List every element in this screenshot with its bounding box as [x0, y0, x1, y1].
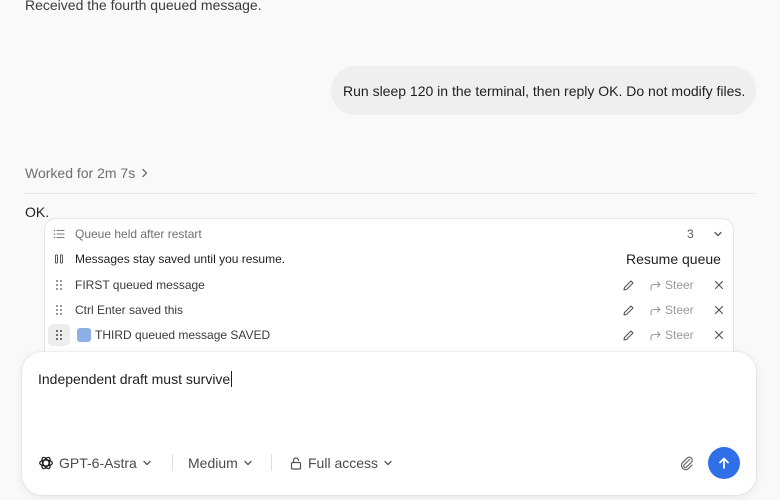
attach-button[interactable]	[676, 452, 698, 474]
chevron-down-icon[interactable]	[713, 229, 723, 239]
queue-item-text: Ctrl Enter saved this	[75, 303, 184, 317]
queue-header: Queue held after restart 3	[45, 222, 733, 246]
user-message-text: Run sleep 120 in the terminal, then repl…	[343, 82, 746, 99]
assistant-reply-text: OK.	[25, 204, 50, 220]
reasoning-label: Medium	[188, 455, 238, 471]
steer-label: Steer	[665, 328, 694, 342]
steer-button[interactable]: Steer	[650, 328, 694, 342]
drag-handle-icon[interactable]	[53, 304, 65, 316]
chevron-right-icon	[141, 168, 149, 178]
text-caret	[231, 371, 233, 387]
model-selector[interactable]: GPT-6-Astra	[38, 452, 152, 474]
queue-count: 3	[687, 227, 694, 241]
user-message-bubble: Run sleep 120 in the terminal, then repl…	[331, 66, 756, 115]
remove-item-close-icon[interactable]	[714, 305, 724, 315]
divider	[25, 193, 755, 194]
lock-icon	[290, 457, 302, 470]
steer-arrow-icon	[650, 280, 661, 291]
remove-item-close-icon[interactable]	[714, 280, 724, 290]
queue-title: Queue held after restart	[75, 227, 202, 241]
queue-item-text: THIRD queued message SAVED	[95, 328, 271, 342]
access-selector[interactable]: Full access	[289, 452, 393, 474]
reasoning-selector[interactable]: Medium	[188, 452, 253, 474]
worked-for-label: Worked for 2m 7s	[25, 165, 136, 181]
paperclip-icon	[680, 456, 693, 471]
previous-message-text: Received the fourth queued message.	[25, 0, 262, 13]
queue-notice: Messages stay saved until you resume.	[75, 252, 286, 266]
composer-input[interactable]: Independent draft must survive	[38, 371, 233, 387]
send-button[interactable]	[708, 447, 740, 479]
chevron-down-icon	[244, 460, 252, 466]
pause-icon	[53, 253, 65, 265]
chevron-down-icon	[143, 460, 151, 466]
steer-button[interactable]: Steer	[650, 278, 694, 292]
chevron-down-icon	[384, 460, 392, 466]
queue-item-text: FIRST queued message	[75, 278, 205, 292]
edit-pencil-icon[interactable]	[622, 304, 635, 317]
steer-arrow-icon	[650, 330, 661, 341]
steer-button[interactable]: Steer	[650, 303, 694, 317]
remove-item-close-icon[interactable]	[714, 330, 724, 340]
queue-notice-row: Messages stay saved until you resume. Re…	[45, 247, 733, 271]
composer-draft-text: Independent draft must survive	[38, 371, 231, 387]
edit-pencil-icon[interactable]	[622, 329, 635, 342]
composer: Independent draft must survive GPT-6-Ast…	[22, 352, 756, 495]
list-icon	[53, 228, 65, 240]
toolbar-separator	[271, 454, 272, 471]
drag-handle-icon[interactable]	[53, 279, 65, 291]
resume-queue-button[interactable]: Resume queue	[626, 251, 721, 267]
queue-item: FIRST queued message Steer	[45, 273, 733, 297]
toolbar-separator	[172, 454, 173, 471]
queue-item: Ctrl Enter saved this Steer	[45, 298, 733, 322]
steer-label: Steer	[665, 278, 694, 292]
model-label: GPT-6-Astra	[59, 455, 137, 471]
steer-label: Steer	[665, 303, 694, 317]
worked-for-toggle[interactable]: Worked for 2m 7s	[25, 165, 149, 181]
queue-item: THIRD queued message SAVED Steer	[45, 323, 733, 347]
attachment-swatch-icon	[77, 328, 91, 342]
access-label: Full access	[308, 455, 379, 471]
drag-handle-icon[interactable]	[53, 329, 65, 341]
queue-panel: Queue held after restart 3 Messages stay…	[44, 218, 734, 368]
arrow-up-icon	[719, 457, 729, 469]
model-logo-icon	[39, 456, 53, 470]
steer-arrow-icon	[650, 305, 661, 316]
edit-pencil-icon[interactable]	[622, 279, 635, 292]
